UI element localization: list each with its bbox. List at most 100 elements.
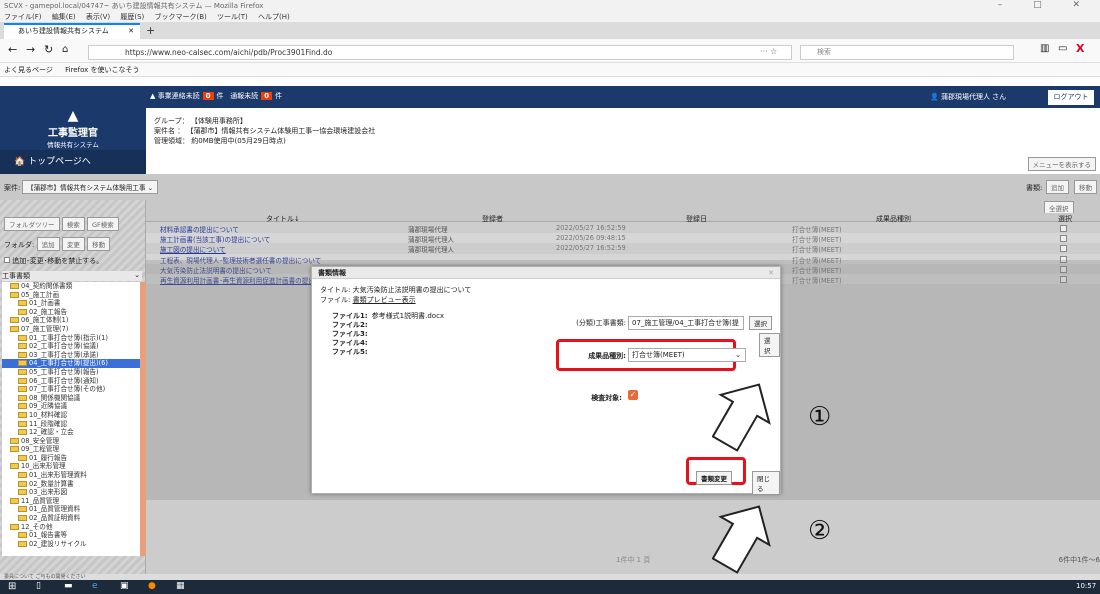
new-tab-icon[interactable]: + — [146, 24, 155, 37]
tab-gf-search[interactable]: GF検索 — [86, 217, 119, 231]
folder-move-button[interactable]: 移動 — [87, 237, 111, 251]
edge-icon[interactable]: e — [92, 581, 98, 591]
menu-file[interactable]: ファイル(F) — [4, 13, 42, 21]
back-icon[interactable]: ← — [8, 43, 17, 56]
alert1-label[interactable]: 事業連絡未読 — [158, 92, 200, 100]
file-name[interactable]: 参考様式1説明書.docx — [372, 312, 444, 320]
app-icon[interactable]: ▦ — [176, 581, 185, 591]
doc-add-button[interactable]: 追加 — [1046, 180, 1069, 194]
explorer-icon[interactable]: ▬ — [64, 581, 73, 591]
menu-history[interactable]: 履歴(S) — [120, 13, 144, 21]
menu-tools[interactable]: ツール(T) — [217, 13, 248, 21]
case-toolbar: 案件: 【蒲郡市】情報共有システム体験用工事 ⌄ 書類: 追加 移動 — [0, 174, 1100, 200]
tree-item[interactable]: 01_品質管理資料 — [2, 505, 142, 514]
tab-close-icon[interactable]: ✕ — [128, 25, 134, 38]
tree-item[interactable]: 08_関係機関協議 — [2, 394, 142, 403]
pager[interactable]: 1件中 1 頁 — [616, 555, 650, 565]
sidebar-icon[interactable]: ▭ — [1058, 43, 1067, 54]
doc-move-button[interactable]: 移動 — [1074, 180, 1097, 194]
doc-summary: タイトル: 大気汚染防止法説明書の提出について ファイル: 書類プレビュー表示 — [320, 285, 471, 305]
tree-item[interactable]: 07_施工管理(7) — [2, 325, 142, 334]
extension-icon[interactable]: X — [1076, 42, 1084, 55]
tree-item[interactable]: 01_報告書等 — [2, 531, 142, 540]
row-checkbox[interactable] — [1060, 225, 1067, 232]
close-button[interactable]: 閉じる — [752, 471, 780, 495]
case-select[interactable]: 【蒲郡市】情報共有システム体験用工事 ⌄ — [22, 180, 159, 194]
menu-help[interactable]: ヘルプ(H) — [258, 13, 290, 21]
tree-item[interactable]: 03_出来形図 — [2, 488, 142, 497]
close-icon[interactable]: ✕ — [768, 267, 774, 279]
table-row[interactable]: 材料承認書の提出について 蒲郡現場代理 2022/05/27 16:52:59 打合せ… — [146, 223, 1100, 234]
top-page-label: トップページへ — [28, 157, 91, 167]
logout-button[interactable]: ログアウト — [1048, 90, 1094, 105]
url-bar[interactable]: https://www.neo-calsec.com/aichi/pdb/Pro… — [88, 45, 792, 60]
tree-item[interactable]: 02_品質証明資料 — [2, 514, 142, 523]
search-input[interactable]: 検索 — [800, 45, 1014, 60]
tree-item[interactable]: 05_施工計画 — [2, 291, 142, 300]
tree-item-label: 01_報告書等 — [29, 531, 68, 540]
chevron-down-icon[interactable]: ⌄ — [134, 271, 140, 279]
folder-add-button[interactable]: 追加 — [36, 237, 60, 251]
folder-icon — [10, 317, 19, 324]
tree-item[interactable]: 09_近隣協議 — [2, 402, 142, 411]
tree-item[interactable]: 01_工事打合せ簿(指示)(1) — [2, 334, 142, 343]
top-page-link[interactable]: 🏠 トップページへ — [0, 150, 146, 174]
tree-item[interactable]: 09_工程管理 — [2, 445, 142, 454]
tree-item[interactable]: 02_工事打合せ簿(協議) — [2, 342, 142, 351]
browser-tab[interactable]: あいち建設情報共有システム ✕ — [4, 23, 140, 39]
tree-item[interactable]: 04_契約関係書類 — [2, 282, 142, 291]
bookmark-item[interactable]: Firefox を使いこなそう — [65, 66, 139, 74]
category-field[interactable]: 07_施工管理/04_工事打合せ簿(提 — [628, 316, 744, 330]
tree-item[interactable]: 11_段階確認 — [2, 420, 142, 429]
tree-item[interactable]: 06_施工体制(1) — [2, 316, 142, 325]
tree-item[interactable]: 02_数量計算書 — [2, 480, 142, 489]
task-view-icon[interactable]: ▯ — [36, 581, 41, 591]
category-select-button[interactable]: 選択 — [749, 316, 772, 330]
library-icon[interactable]: ▥ — [1040, 43, 1049, 54]
tree-item[interactable]: 10_材料確認 — [2, 411, 142, 420]
windows-start-icon[interactable]: ⊞ — [8, 581, 16, 592]
tree-item[interactable]: 05_工事打合せ簿(報告) — [2, 368, 142, 377]
forward-icon[interactable]: → — [26, 43, 35, 56]
tree-item[interactable]: 04_工事打合せ簿(提出)(6) — [2, 359, 142, 368]
window-controls[interactable]: – □ ✕ — [998, 0, 1094, 10]
kind-select[interactable]: 打合せ簿(MEET) ⌄ — [628, 348, 746, 362]
inspect-checkbox[interactable]: ✓ — [628, 390, 638, 400]
row-checkbox[interactable] — [1060, 235, 1067, 243]
page-actions-icon[interactable]: ··· ☆ — [760, 47, 777, 56]
tree-item[interactable]: 12_その他 — [2, 523, 142, 532]
firefox-icon[interactable]: ● — [148, 581, 156, 591]
table-row[interactable]: 施工図の提出について 蒲郡現場代理人 2022/05/27 16:52:59 打合せ簿… — [146, 243, 1100, 254]
tree-item[interactable]: 07_工事打合せ簿(その他) — [2, 385, 142, 394]
alert2-label[interactable]: 通報未読 — [230, 92, 258, 100]
restrict-option[interactable]: 追加･変更･移動を禁止する。 — [4, 256, 103, 266]
category-select-button-2[interactable]: 選択 — [759, 333, 780, 357]
app-icon[interactable]: ▣ — [120, 581, 129, 591]
reload-icon[interactable]: ↻ — [44, 43, 53, 56]
checkbox[interactable] — [4, 257, 10, 263]
bookmark-item[interactable]: よく見るページ — [4, 66, 53, 74]
tree-item[interactable]: 01_計画書 — [2, 299, 142, 308]
row-checkbox[interactable] — [1060, 245, 1067, 253]
menu-bookmarks[interactable]: ブックマーク(B) — [155, 13, 207, 21]
tree-item[interactable]: 08_安全管理 — [2, 437, 142, 446]
kind-select-value: 打合せ簿(MEET) — [632, 351, 685, 359]
menu-edit[interactable]: 編集(E) — [52, 13, 76, 21]
tree-item[interactable]: 01_出来形管理資料 — [2, 471, 142, 480]
menu-view[interactable]: 表示(V) — [86, 13, 110, 21]
tree-item[interactable]: 12_確認・立会 — [2, 428, 142, 437]
folder-change-button[interactable]: 変更 — [61, 237, 85, 251]
tree-item-label: 07_施工管理(7) — [21, 324, 69, 333]
tab-search[interactable]: 検索 — [61, 217, 85, 231]
show-menu-button[interactable]: メニューを表示する — [1027, 157, 1096, 171]
table-row[interactable]: 施工計画書(当該工事)の提出について 蒲郡現場代理人 2022/05/26 09:4… — [146, 233, 1100, 244]
change-document-button[interactable]: 書類変更 — [696, 471, 732, 485]
preview-link[interactable]: 書類プレビュー表示 — [353, 296, 416, 304]
folder-icon — [18, 343, 27, 350]
tab-folder-tree[interactable]: フォルダツリー — [4, 217, 60, 231]
project-info: グループ： 【体験用事務所】 案件名 ： 【蒲郡市】情報共有システム体験用工事一… — [146, 108, 1100, 174]
home-icon[interactable]: ⌂ — [62, 44, 68, 55]
tree-item[interactable]: 10_出来形管理 — [2, 462, 142, 471]
tree-item[interactable]: 02_建設リサイクル — [2, 540, 142, 549]
tree-item[interactable]: 06_工事打合せ簿(通知) — [2, 377, 142, 386]
